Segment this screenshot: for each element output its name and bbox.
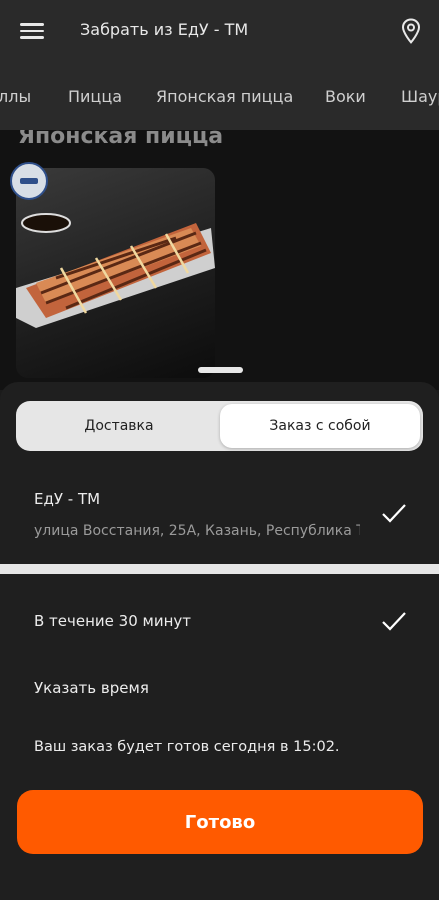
category-tab-rolls[interactable]: ллы [0,87,31,106]
time-option-asap[interactable]: В течение 30 минут [0,598,439,648]
app-bar: Забрать из ЕдУ - ТМ [0,0,439,64]
category-tab-japanese-pizza[interactable]: Японская пицца [156,87,293,106]
time-option-choose-label: Указать время [34,679,149,697]
checkmark-icon [382,504,406,523]
order-type-sheet: Доставка Заказ с собой ЕдУ - ТМ улица Во… [0,382,439,900]
japanese-pizza-image [16,213,215,328]
section-title: Японская пицца [18,130,224,149]
store-name: ЕдУ - ТМ [34,490,101,508]
store-row[interactable]: ЕдУ - ТМ улица Восстания, 25А, Казань, Р… [0,468,439,558]
location-pin-icon[interactable] [399,18,423,44]
store-address: улица Восстания, 25А, Казань, Республика… [34,523,360,539]
order-type-toggle: Доставка Заказ с собой [16,401,423,451]
restaurant-badge-icon [10,162,48,200]
product-image[interactable] [16,168,215,378]
section-divider [0,564,439,574]
tab-delivery[interactable]: Доставка [19,404,219,448]
hamburger-icon[interactable] [20,20,44,42]
category-tabs: ллы Пицца Японская пицца Воки Шаур [0,64,439,130]
menu-content: Японская пицца [0,130,439,390]
time-option-asap-label: В течение 30 минут [34,612,192,630]
time-option-choose[interactable]: Указать время [0,665,439,715]
checkmark-icon [382,612,406,631]
tab-pickup[interactable]: Заказ с собой [220,404,420,448]
category-tab-shawarma[interactable]: Шаур [401,87,439,106]
ready-time-info: Ваш заказ будет готов сегодня в 15:02. [34,739,340,755]
pickup-location-title[interactable]: Забрать из ЕдУ - ТМ [80,20,248,39]
category-tab-pizza[interactable]: Пицца [68,87,122,106]
done-button[interactable]: Готово [17,790,423,854]
category-tab-woks[interactable]: Воки [325,87,366,106]
sheet-drag-handle[interactable] [198,367,243,373]
